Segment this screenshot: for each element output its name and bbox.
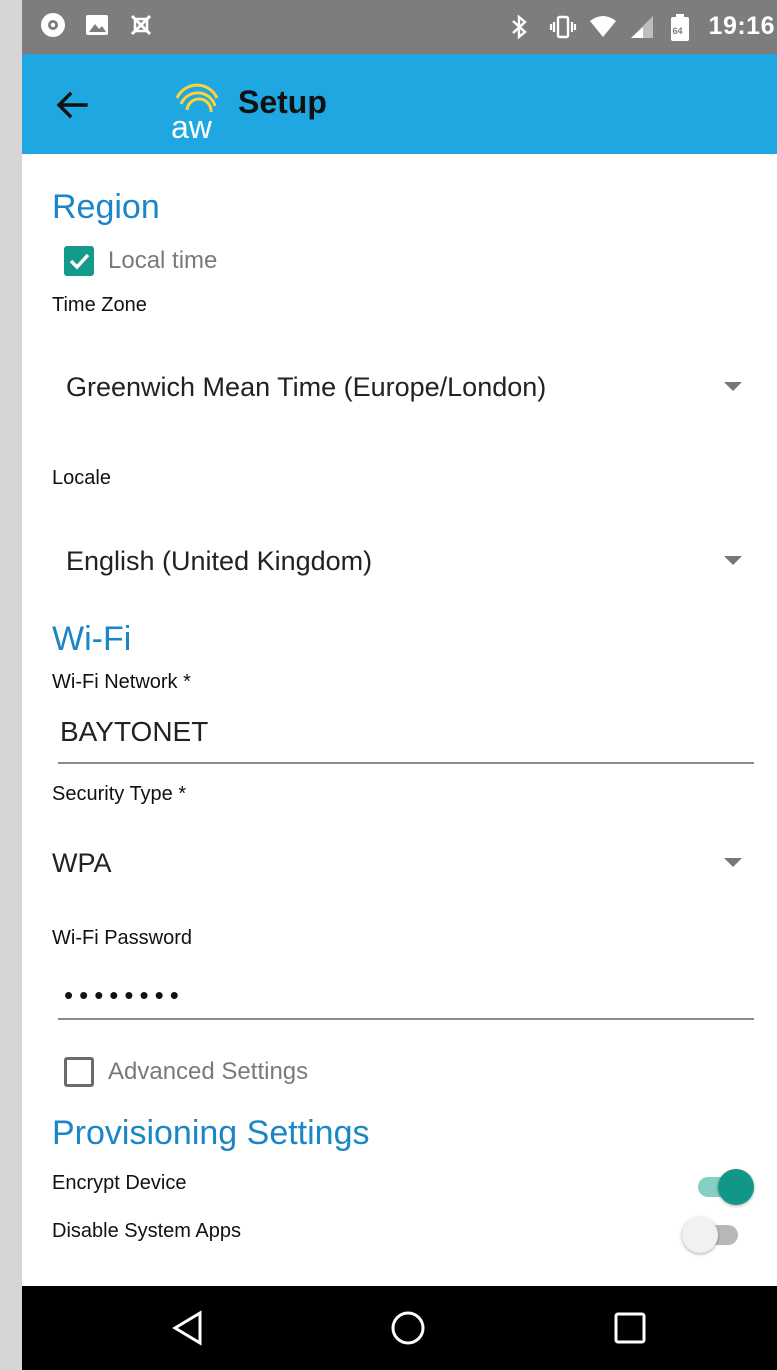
wifi-network-value: BAYTONET [60, 716, 209, 747]
setup-form[interactable]: Region Local time Time Zone Greenwich Me… [22, 154, 777, 1286]
region-section-title: Region [52, 188, 160, 226]
signal-icon [629, 14, 655, 40]
security-type-label: Security Type * [52, 783, 187, 805]
locale-label: Locale [52, 467, 111, 489]
disable-system-apps-label: Disable System Apps [52, 1220, 241, 1242]
app-bar: aw Setup [22, 54, 777, 154]
status-time: 19:16 [708, 12, 775, 40]
encrypt-device-toggle[interactable] [692, 1168, 754, 1205]
time-zone-label: Time Zone [52, 294, 147, 316]
wifi-password-label: Wi-Fi Password [52, 927, 193, 949]
locale-dropdown[interactable]: English (United Kingdom) [52, 532, 742, 592]
wifi-password-masked: •••••••• [64, 980, 185, 1010]
wifi-section-title: Wi-Fi [52, 620, 132, 658]
locale-value: English (United Kingdom) [66, 546, 373, 576]
toggle-thumb [718, 1169, 754, 1205]
settings-notification-icon [40, 12, 66, 38]
debug-notification-icon [128, 12, 154, 38]
page-title: Setup [238, 84, 327, 120]
encrypt-device-label: Encrypt Device [52, 1172, 187, 1194]
advanced-settings-label: Advanced Settings [108, 1058, 309, 1085]
back-arrow-icon[interactable] [50, 82, 96, 128]
checkbox-unchecked-icon[interactable] [64, 1057, 94, 1087]
dropdown-arrow-icon [724, 382, 742, 391]
dropdown-arrow-icon [724, 556, 742, 565]
wifi-network-label: Wi-Fi Network * [52, 671, 191, 693]
wifi-password-input[interactable]: •••••••• [58, 966, 754, 1020]
home-nav-icon[interactable] [388, 1308, 428, 1348]
local-time-checkbox[interactable]: Local time [64, 246, 217, 276]
image-notification-icon [84, 12, 110, 38]
encrypt-device-row: Encrypt Device [52, 1164, 754, 1205]
time-zone-dropdown[interactable]: Greenwich Mean Time (Europe/London) [52, 358, 742, 418]
security-type-value: WPA [52, 848, 112, 878]
airwatch-logo: aw [167, 70, 229, 145]
bluetooth-icon [509, 13, 535, 40]
security-type-dropdown[interactable]: WPA [52, 834, 742, 894]
vibrate-icon [549, 14, 576, 40]
logo-text: aw [171, 109, 213, 142]
dropdown-arrow-icon [724, 858, 742, 867]
disable-system-apps-toggle[interactable] [682, 1216, 744, 1253]
checkbox-checked-icon[interactable] [64, 246, 94, 276]
wifi-network-input[interactable]: BAYTONET [58, 710, 754, 764]
recents-nav-icon[interactable] [610, 1308, 650, 1348]
status-bar: 64 19:16 [22, 0, 777, 54]
disable-system-apps-row: Disable System Apps [52, 1212, 754, 1253]
battery-badge: 64 [672, 25, 683, 36]
status-left-icons [40, 12, 154, 38]
status-right-icons: 64 19:16 [509, 12, 775, 41]
device-screen: 64 19:16 aw Setup Region Local time Time… [22, 0, 777, 1370]
navigation-bar [22, 1286, 777, 1370]
wifi-icon [589, 14, 616, 40]
local-time-label: Local time [108, 247, 218, 274]
battery-icon: 64 [669, 13, 695, 41]
advanced-settings-checkbox[interactable]: Advanced Settings [64, 1057, 308, 1087]
toggle-thumb [682, 1217, 718, 1253]
back-nav-icon[interactable] [168, 1308, 208, 1348]
provisioning-section-title: Provisioning Settings [52, 1114, 370, 1152]
time-zone-value: Greenwich Mean Time (Europe/London) [66, 372, 547, 402]
